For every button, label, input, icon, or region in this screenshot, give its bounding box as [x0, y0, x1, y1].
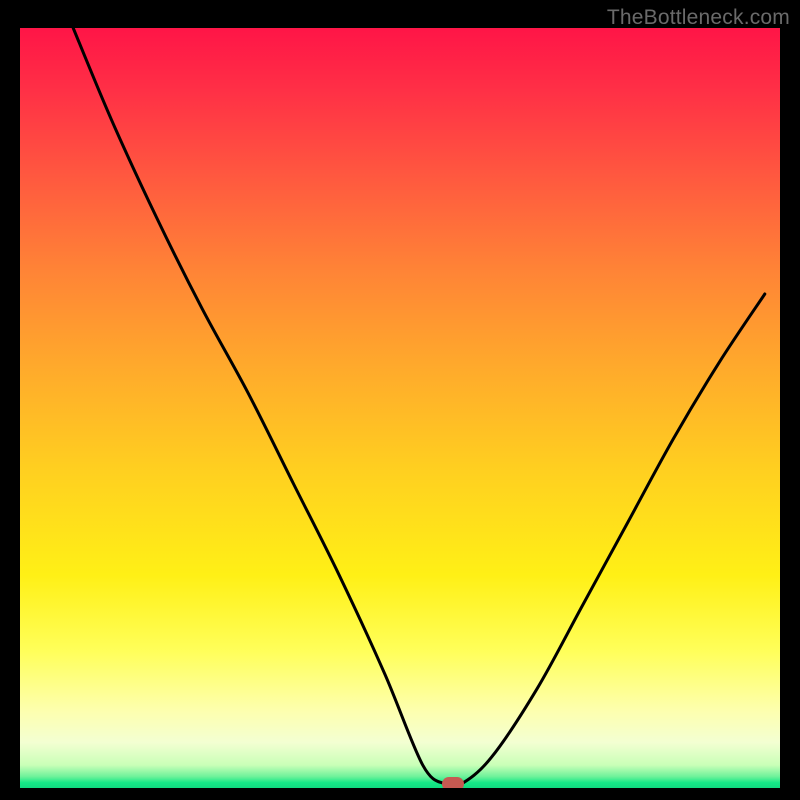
curve-svg [20, 28, 780, 788]
bottleneck-curve [73, 28, 765, 787]
watermark-text: TheBottleneck.com [607, 6, 790, 30]
plot-area [20, 28, 780, 788]
chart-frame: TheBottleneck.com [0, 0, 800, 800]
optimal-marker [442, 777, 464, 788]
